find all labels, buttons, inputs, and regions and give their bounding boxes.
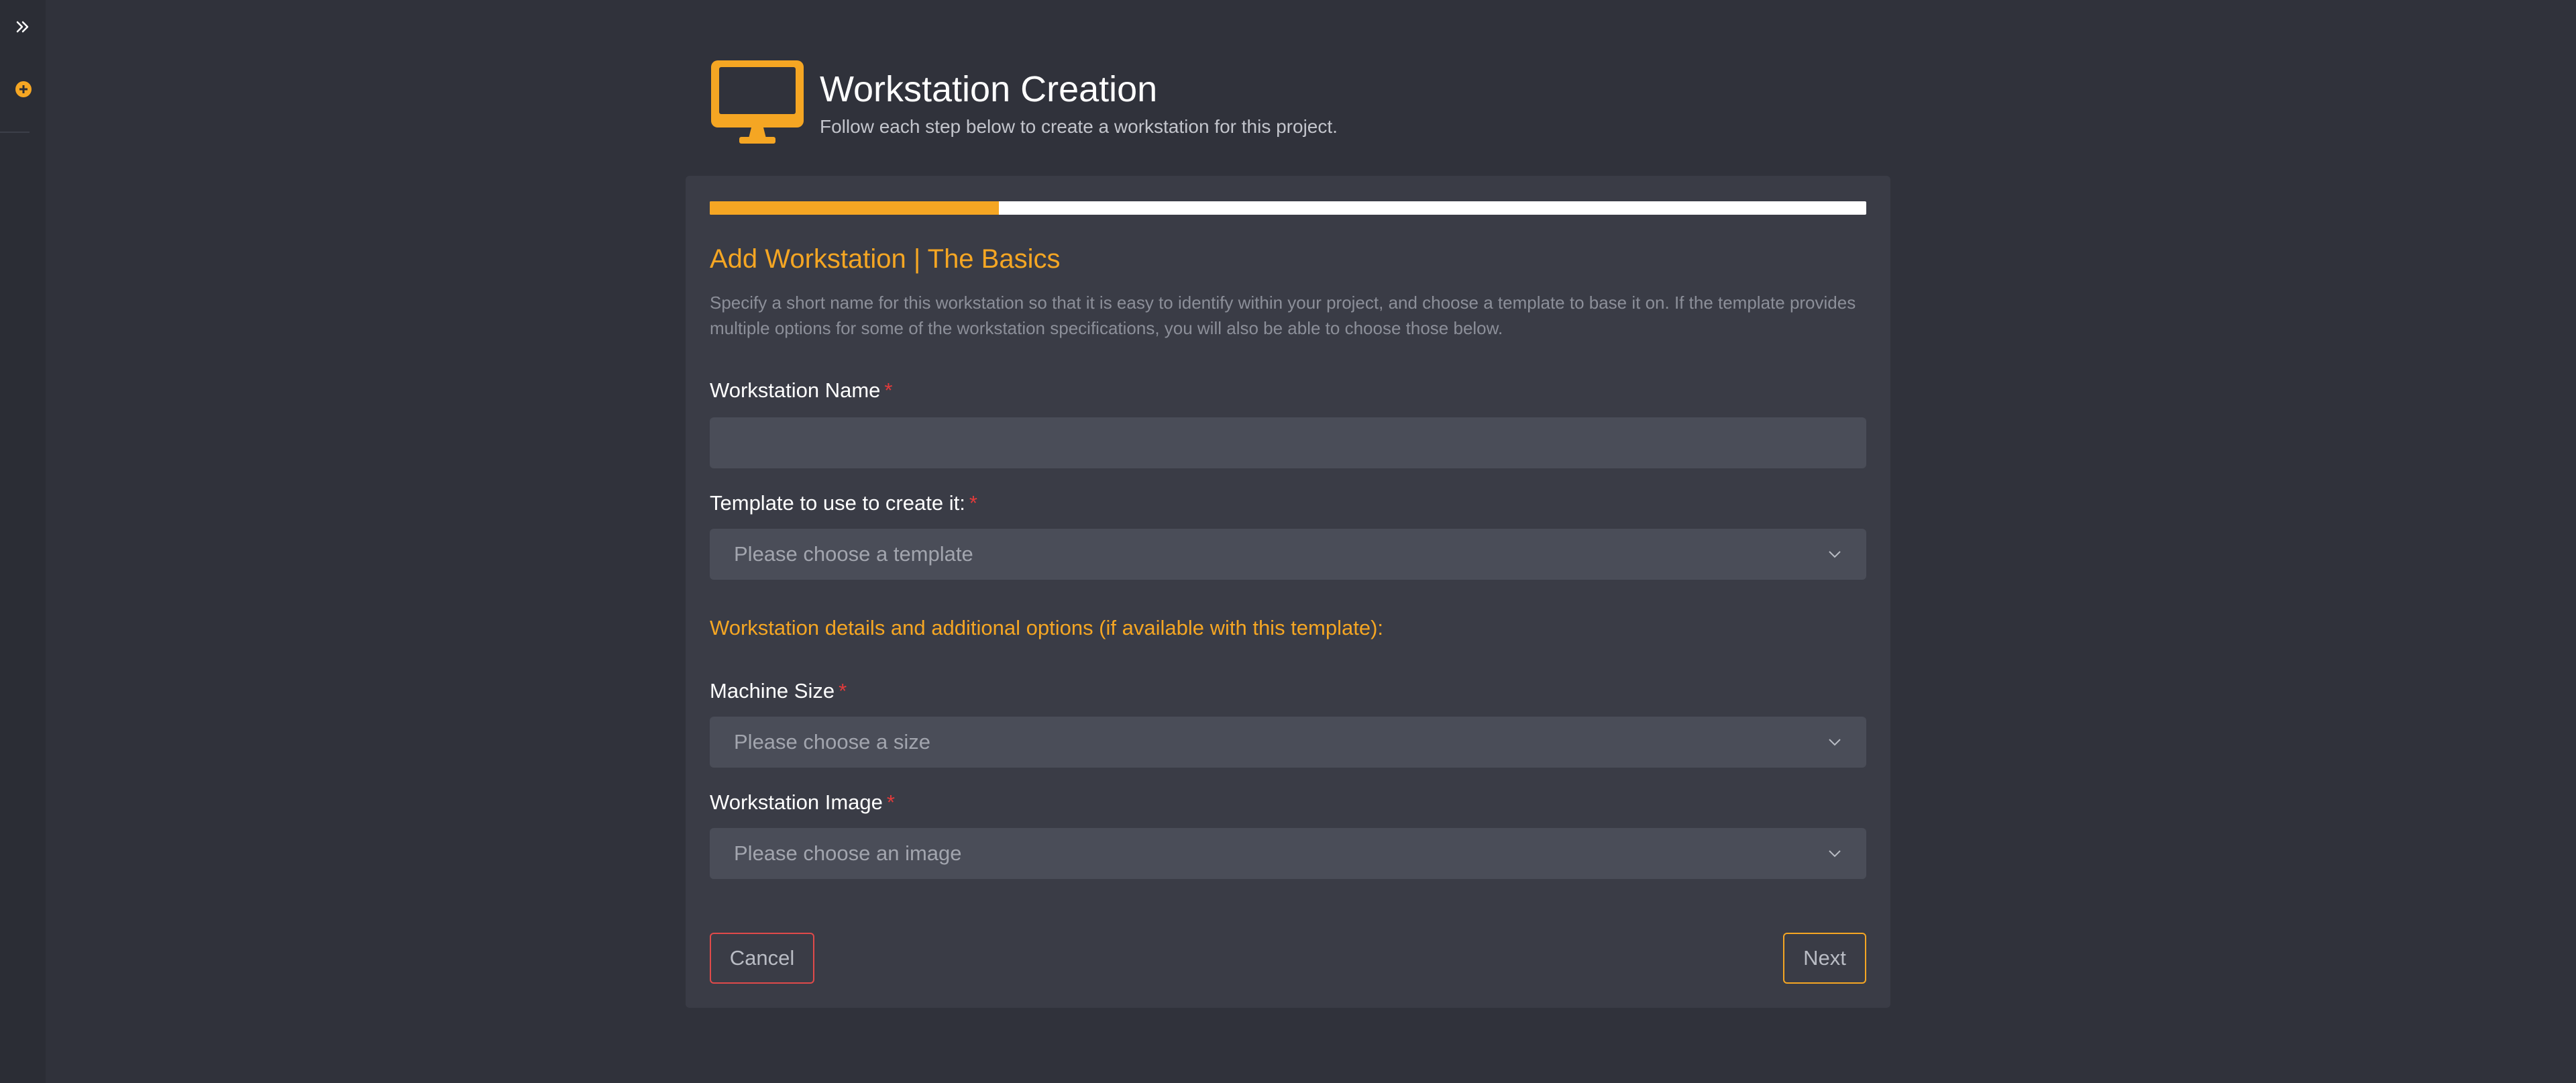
page-subtitle: Follow each step below to create a works… [820, 116, 1338, 138]
next-button[interactable]: Next [1783, 933, 1866, 984]
machine-size-select[interactable]: Please choose a size [710, 717, 1866, 768]
sidebar-divider [0, 132, 30, 133]
monitor-icon [711, 60, 804, 144]
workstation-image-select[interactable]: Please choose an image [710, 828, 1866, 879]
workstation-image-label: Workstation Image * [710, 790, 895, 815]
workstation-image-select-placeholder: Please choose an image [734, 841, 962, 865]
required-mark: * [839, 679, 847, 703]
template-select[interactable]: Please choose a template [710, 529, 1866, 580]
template-select-placeholder: Please choose a template [734, 542, 973, 566]
page-header: Workstation Creation Follow each step be… [708, 58, 1338, 146]
machine-size-select-placeholder: Please choose a size [734, 730, 930, 754]
chevron-down-icon [1829, 850, 1841, 858]
section-title: Add Workstation | The Basics [710, 244, 1061, 274]
machine-size-label: Machine Size * [710, 679, 847, 703]
machine-size-label-text: Machine Size [710, 679, 835, 703]
cancel-button[interactable]: Cancel [710, 933, 814, 984]
required-mark: * [969, 491, 977, 515]
workstation-name-label: Workstation Name * [710, 378, 892, 403]
template-label-text: Template to use to create it: [710, 491, 965, 515]
progress-fill [710, 201, 999, 215]
workstation-image-label-text: Workstation Image [710, 790, 883, 814]
required-mark: * [886, 790, 895, 814]
page-title: Workstation Creation [820, 69, 1158, 109]
chevron-down-icon [1829, 551, 1841, 558]
expand-sidebar-button[interactable] [11, 15, 35, 39]
workstation-name-label-text: Workstation Name [710, 378, 881, 402]
workstation-name-input[interactable] [710, 417, 1866, 468]
chevron-down-icon [1829, 739, 1841, 746]
section-description: Specify a short name for this workstatio… [710, 293, 1856, 338]
sidebar [0, 0, 46, 1083]
progress-bar [710, 201, 1866, 215]
template-label: Template to use to create it: * [710, 491, 977, 515]
plus-circle-icon [15, 81, 32, 97]
required-mark: * [884, 378, 893, 402]
double-chevron-right-icon [16, 21, 29, 33]
details-heading: Workstation details and additional optio… [710, 616, 1384, 639]
add-workstation-button[interactable] [13, 79, 34, 99]
wizard-card: Add Workstation | The Basics Specify a s… [686, 176, 1890, 1008]
